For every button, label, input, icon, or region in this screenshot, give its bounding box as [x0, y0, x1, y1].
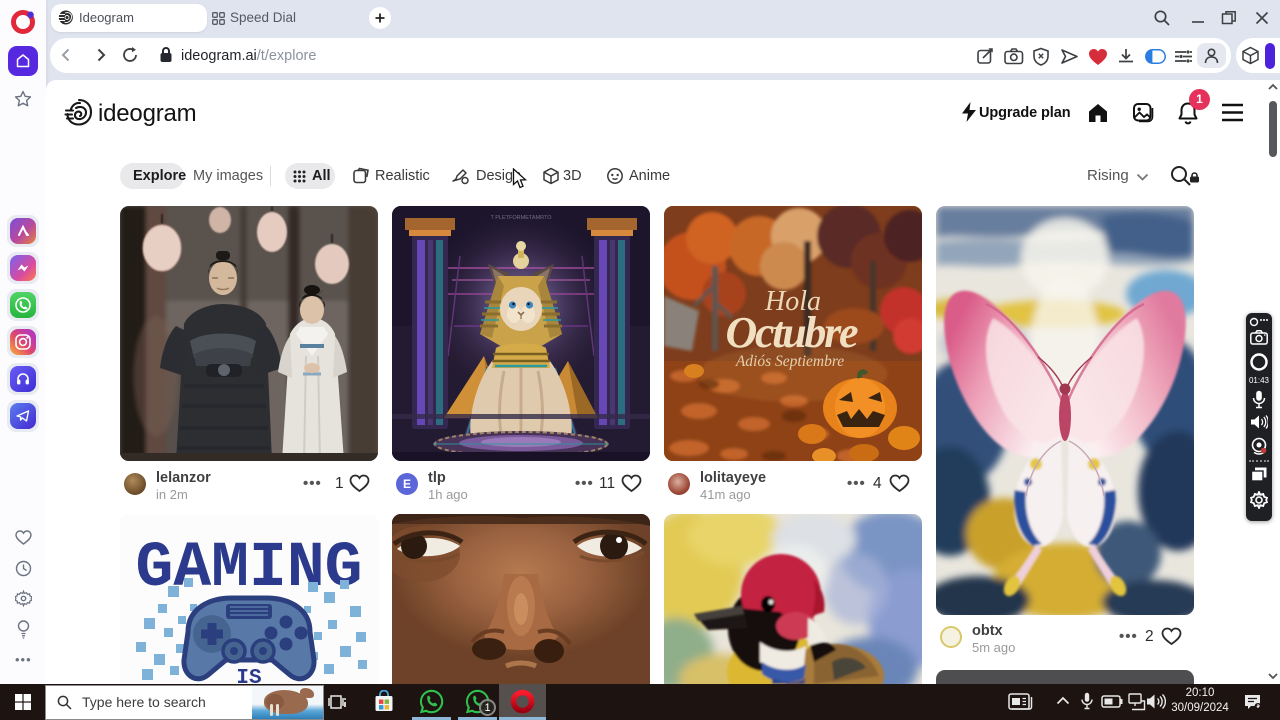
svg-text:IS: IS: [236, 667, 261, 684]
svg-text:T PLETFORMETAMRTO: T PLETFORMETAMRTO: [490, 215, 552, 221]
svg-text:Octubre: Octubre: [726, 308, 859, 357]
svg-text:Adiós Septiembre: Adiós Septiembre: [735, 353, 844, 370]
